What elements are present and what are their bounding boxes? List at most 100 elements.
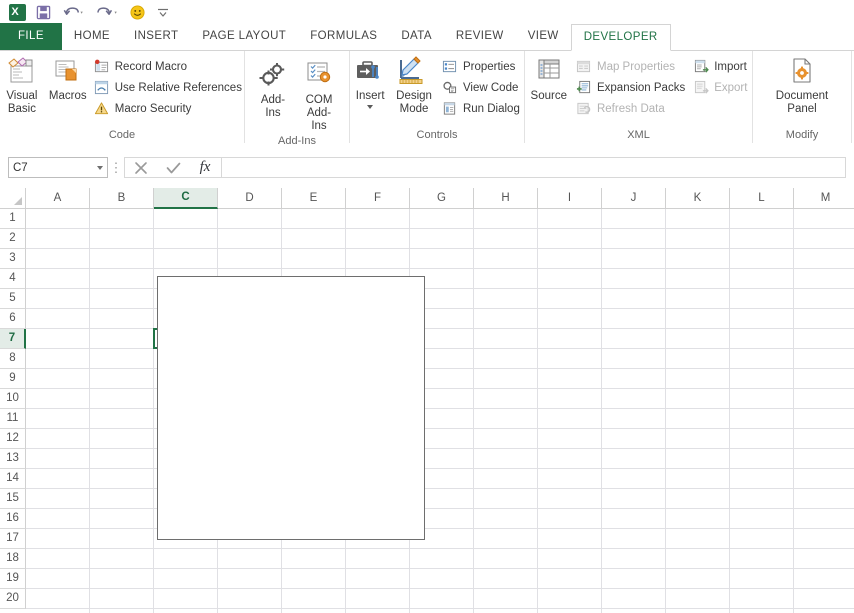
row-header-14[interactable]: 14 [0,469,26,489]
row-header-3[interactable]: 3 [0,249,26,269]
column-header-d[interactable]: D [218,188,282,209]
chevron-down-icon[interactable] [367,105,374,109]
macro-security-button[interactable]: Macro Security [90,98,246,119]
row-header-20[interactable]: 20 [0,589,26,609]
refresh-data-button[interactable]: Refresh Data [572,98,689,119]
row-header-17[interactable]: 17 [0,529,26,549]
row-header-15[interactable]: 15 [0,489,26,509]
row-header-7[interactable]: 7 [0,329,26,349]
activex-image-control[interactable] [157,276,425,540]
run-dialog-button[interactable]: Run Dialog [438,98,524,119]
tab-file[interactable]: FILE [0,23,62,50]
document-panel-button[interactable]: Document Panel [767,53,837,116]
column-header-a[interactable]: A [26,188,90,209]
view-code-button[interactable]: View Code [438,77,524,98]
row-header-11[interactable]: 11 [0,409,26,429]
tab-view[interactable]: VIEW [516,23,571,50]
row-header-18[interactable]: 18 [0,549,26,569]
properties-button[interactable]: Properties [438,56,524,77]
gridline-horizontal [26,368,854,369]
gridline-horizontal [26,308,854,309]
row-header-13[interactable]: 13 [0,449,26,469]
customize-qat-icon[interactable] [150,1,176,23]
column-header-k[interactable]: K [666,188,730,209]
gridline-horizontal [26,568,854,569]
row-header-19[interactable]: 19 [0,569,26,589]
tab-developer[interactable]: DEVELOPER [570,24,671,51]
visual-basic-icon [5,56,39,88]
add-ins-button[interactable]: Add-Ins [251,57,295,120]
xml-source-button[interactable]: Source [526,53,572,103]
tab-data[interactable]: DATA [389,23,444,50]
map-properties-button[interactable]: Map Properties [572,56,689,77]
visual-basic-button[interactable]: Visual Basic [0,53,46,116]
tab-home[interactable]: HOME [62,23,122,50]
redo-icon[interactable] [90,1,124,23]
column-header-c[interactable]: C [154,188,218,209]
column-header-l[interactable]: L [730,188,794,209]
record-macro-button[interactable]: Record Macro [90,56,246,77]
gridline-vertical [729,209,730,613]
macros-button[interactable]: Macros [46,53,90,103]
select-all-button[interactable] [0,188,26,209]
tab-review[interactable]: REVIEW [444,23,516,50]
insert-function-button[interactable]: fx [189,158,221,177]
use-relative-references-button[interactable]: Use Relative References [90,77,246,98]
row-header-10[interactable]: 10 [0,389,26,409]
insert-control-button[interactable]: Insert [350,53,390,109]
relative-references-icon [94,80,110,96]
worksheet-grid: ABCDEFGHIJKLM 1 2 3 4 5 6 7 8 9 10 11 12 13 14 15 16 17 1… [0,188,854,613]
row-header-4[interactable]: 4 [0,269,26,289]
group-caption-xml: XML [627,129,650,141]
refresh-data-label: Refresh Data [596,102,665,115]
row-header-8[interactable]: 8 [0,349,26,369]
export-label: Export [714,81,748,94]
confirm-entry-button[interactable] [157,158,189,177]
row-header-6[interactable]: 6 [0,309,26,329]
column-header-b[interactable]: B [90,188,154,209]
column-header-g[interactable]: G [410,188,474,209]
row-header-1[interactable]: 1 [0,209,26,229]
expansion-packs-button[interactable]: Expansion Packs [572,77,689,98]
chevron-down-icon[interactable] [97,165,103,170]
row-header-9[interactable]: 9 [0,369,26,389]
row-header-5[interactable]: 5 [0,289,26,309]
row-header-16[interactable]: 16 [0,509,26,529]
design-mode-button[interactable]: Design Mode [390,53,438,116]
row-header-12[interactable]: 12 [0,429,26,449]
name-box[interactable]: C7 [8,157,108,178]
export-button[interactable]: Export [689,77,751,98]
undo-icon[interactable] [56,1,90,23]
column-header-h[interactable]: H [474,188,538,209]
save-icon[interactable] [30,1,56,23]
column-header-f[interactable]: F [346,188,410,209]
cancel-entry-button[interactable] [125,158,157,177]
macro-security-label: Macro Security [114,102,192,115]
tab-page-layout[interactable]: PAGE LAYOUT [190,23,298,50]
column-header-i[interactable]: I [538,188,602,209]
xml-small-buttons-col1: Map Properties Expansion Packs Refresh D… [572,53,689,119]
feedback-smiley-icon[interactable] [124,1,150,23]
import-button[interactable]: Import [689,56,751,77]
column-header-e[interactable]: E [282,188,346,209]
refresh-data-icon [576,101,592,117]
com-add-ins-button[interactable]: COM Add-Ins [295,57,343,133]
formula-input[interactable] [221,157,846,178]
group-caption-code: Code [108,129,136,141]
column-header-m[interactable]: M [794,188,854,209]
view-code-label: View Code [462,81,519,94]
gridline-horizontal [26,548,854,549]
properties-icon [442,59,458,75]
tab-insert[interactable]: INSERT [122,23,190,50]
code-small-buttons: Record Macro Use Relative References Mac… [90,53,246,119]
tab-formulas[interactable]: FORMULAS [298,23,389,50]
ribbon-developer: Visual Basic Macros Record Macro Use Rel… [0,51,854,147]
row-header-2[interactable]: 2 [0,229,26,249]
column-headers: ABCDEFGHIJKLM [26,188,854,209]
column-header-j[interactable]: J [602,188,666,209]
insert-control-label: Insert [355,90,385,102]
cell-area[interactable] [26,209,854,613]
insert-control-icon [354,56,386,88]
gridline-vertical [537,209,538,613]
gridline-horizontal [26,488,854,489]
